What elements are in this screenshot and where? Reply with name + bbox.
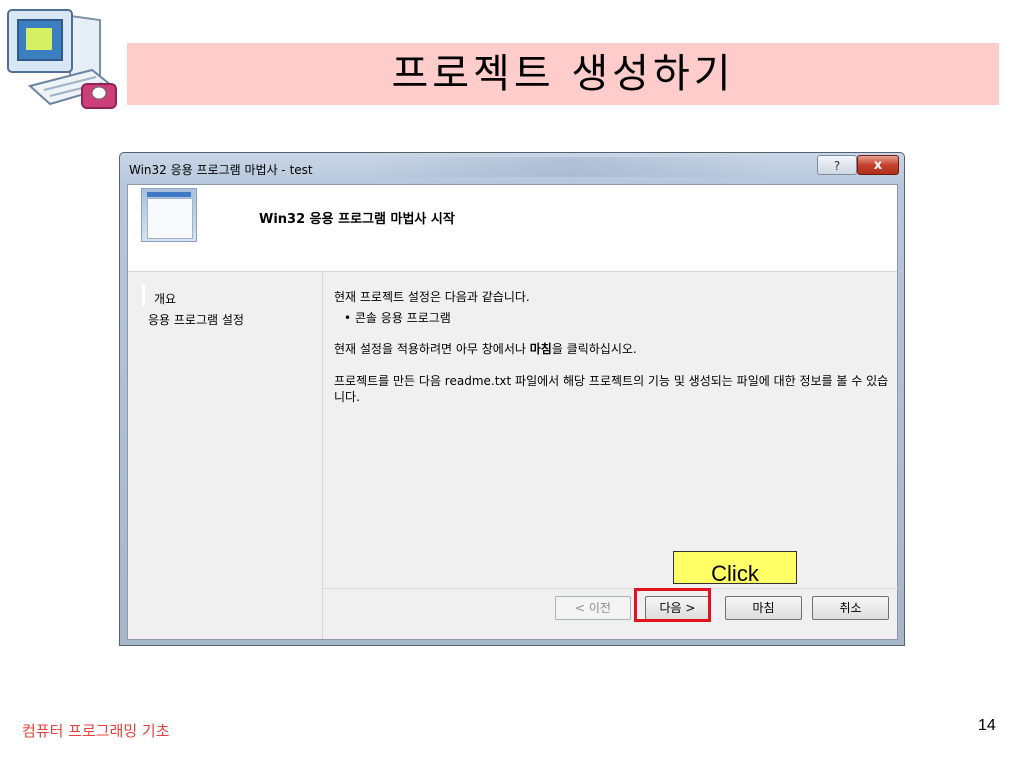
wizard-banner: Win32 응용 프로그램 마법사 시작 [128,185,897,272]
close-button[interactable]: x [857,155,899,175]
page-number: 14 [978,717,996,734]
computer-clipart-icon [0,0,125,110]
titlebar-glass [360,157,780,177]
footer-course-title: 컴퓨터 프로그래밍 기초 [22,722,170,740]
settings-bullet: • 콘솔 응용 프로그램 [344,311,451,325]
next-button-highlight [634,588,711,622]
readme-note: 프로젝트를 만든 다음 readme.txt 파일에서 해당 프로젝트의 기능 … [334,374,889,404]
wizard-window-icon [141,188,197,242]
finish-button[interactable]: 마침 [725,596,802,620]
button-row-separator [323,588,898,589]
cancel-button[interactable]: 취소 [812,596,889,620]
click-callout: Click [673,551,797,584]
finish-emphasis: 마침 [529,342,552,356]
slide-title: 프로젝트 생성하기 [391,51,735,97]
prev-button[interactable]: < 이전 [555,596,631,620]
nav-selection-marker [142,284,145,306]
wizard-nav-pane: 개요 응용 프로그램 설정 [128,272,323,639]
window-title: Win32 응용 프로그램 마법사 - test [129,163,313,177]
banner-title: Win32 응용 프로그램 마법사 시작 [259,212,455,227]
window-titlebar[interactable]: Win32 응용 프로그램 마법사 - test ? x [120,153,904,183]
nav-item-app-settings[interactable]: 응용 프로그램 설정 [148,311,244,328]
nav-item-overview[interactable]: 개요 [154,290,176,307]
settings-summary-text: 현재 프로젝트 설정은 다음과 같습니다. [334,290,530,304]
apply-instruction: 현재 설정을 적용하려면 아무 창에서나 마침을 클릭하십시오. [334,342,637,356]
help-button[interactable]: ? [817,155,857,175]
